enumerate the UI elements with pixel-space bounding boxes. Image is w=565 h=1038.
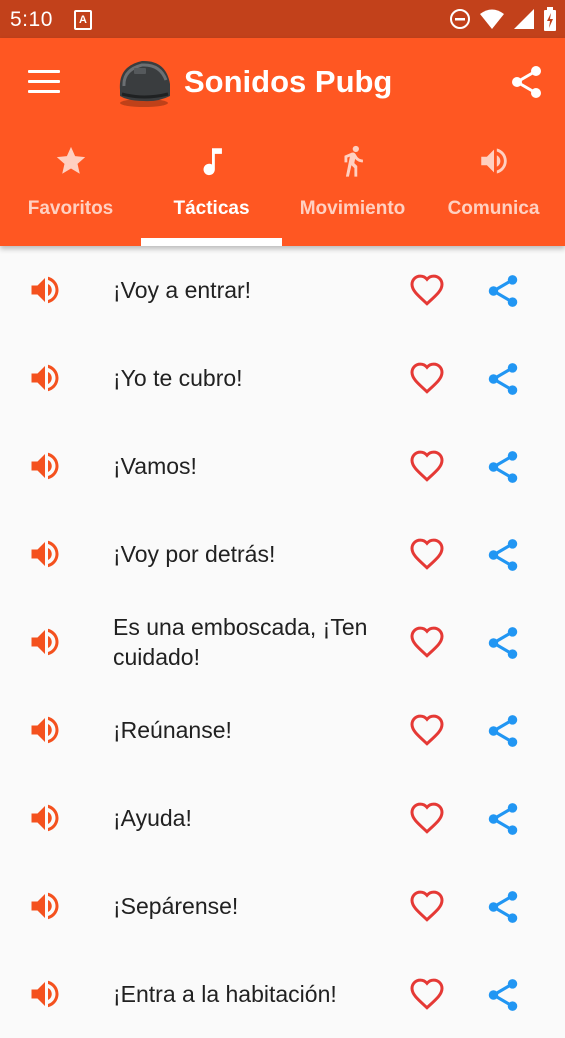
tab-label: Comunica (447, 198, 540, 219)
share-icon[interactable] (484, 536, 522, 574)
share-icon[interactable] (484, 800, 522, 838)
sound-label: ¡Yo te cubro! (113, 365, 243, 391)
star-icon (56, 146, 85, 174)
sound-row[interactable]: ¡Ayuda! (0, 774, 565, 862)
sound-label: ¡Entra a la habitación! (113, 981, 337, 1007)
sound-row[interactable]: ¡Voy a entrar! (0, 246, 565, 334)
heart-icon[interactable] (408, 801, 446, 837)
status-bar: 5:10 A (0, 0, 565, 38)
running-person-icon (344, 145, 363, 177)
speaker-icon (480, 148, 507, 174)
signal-icon (514, 9, 534, 29)
music-note-icon (203, 148, 222, 176)
share-icon[interactable] (484, 272, 522, 310)
speaker-icon[interactable] (26, 888, 64, 924)
status-time: 5:10 (10, 8, 53, 31)
heart-icon[interactable] (408, 713, 446, 749)
sound-row[interactable]: ¡Reúnanse! (0, 686, 565, 774)
share-icon[interactable] (484, 448, 522, 486)
tab-favoritos[interactable]: Favoritos (0, 130, 141, 246)
tab-bar: Favoritos Tácticas Movimiento Comunica (0, 130, 565, 246)
heart-icon[interactable] (408, 537, 446, 573)
tab-tacticas[interactable]: Tácticas (141, 130, 282, 246)
heart-icon[interactable] (408, 273, 446, 309)
battery-icon (544, 7, 556, 31)
speaker-icon[interactable] (26, 360, 64, 396)
app-title: Sonidos Pubg (184, 64, 393, 99)
share-icon[interactable] (484, 360, 522, 398)
sound-label: ¡Vamos! (113, 453, 197, 479)
tab-comunica[interactable]: Comunica (423, 130, 564, 246)
speaker-icon[interactable] (26, 712, 64, 748)
speaker-icon[interactable] (26, 624, 64, 660)
tab-label: Movimiento (299, 198, 406, 219)
tab-label: Tácticas (173, 198, 250, 219)
wifi-icon (480, 9, 504, 29)
tab-indicator (141, 238, 282, 246)
sound-label: ¡Reúnanse! (113, 717, 232, 743)
speaker-icon[interactable] (26, 800, 64, 836)
speaker-icon[interactable] (26, 448, 64, 484)
heart-icon[interactable] (408, 449, 446, 485)
sound-label: ¡Sepárense! (113, 893, 239, 919)
speaker-icon[interactable] (26, 976, 64, 1012)
tab-movimiento[interactable]: Movimiento (282, 130, 423, 246)
do-not-disturb-icon (450, 9, 470, 29)
share-icon[interactable] (510, 65, 544, 99)
notification-icon: A (74, 10, 92, 30)
heart-icon[interactable] (408, 361, 446, 397)
heart-icon[interactable] (408, 889, 446, 925)
share-icon[interactable] (484, 888, 522, 926)
speaker-icon[interactable] (26, 272, 64, 308)
sound-row[interactable]: Es una emboscada, ¡Ten cuidado! (0, 598, 565, 686)
heart-icon[interactable] (408, 625, 446, 661)
sound-label: Es una emboscada, ¡Ten cuidado! (113, 614, 368, 670)
menu-icon (28, 70, 60, 73)
share-icon[interactable] (484, 624, 522, 662)
sound-label: ¡Voy a entrar! (113, 277, 252, 303)
tab-label: Favoritos (27, 198, 114, 219)
share-icon[interactable] (484, 712, 522, 750)
sound-row[interactable]: ¡Voy por detrás! (0, 510, 565, 598)
menu-button[interactable] (28, 70, 60, 94)
status-icons (449, 7, 557, 31)
speaker-icon[interactable] (26, 536, 64, 572)
sound-label: ¡Voy por detrás! (113, 541, 276, 567)
sound-row[interactable]: ¡Entra a la habitación! (0, 950, 565, 1038)
sound-row[interactable]: ¡Sepárense! (0, 862, 565, 950)
helmet-logo-icon (119, 60, 170, 107)
sound-row[interactable]: ¡Vamos! (0, 422, 565, 510)
share-icon[interactable] (484, 976, 522, 1014)
app-bar: Sonidos Pubg Favoritos Tácticas Movimien… (0, 38, 565, 246)
sound-row[interactable]: ¡Yo te cubro! (0, 334, 565, 422)
heart-icon[interactable] (408, 977, 446, 1013)
sound-label: ¡Ayuda! (113, 805, 192, 831)
